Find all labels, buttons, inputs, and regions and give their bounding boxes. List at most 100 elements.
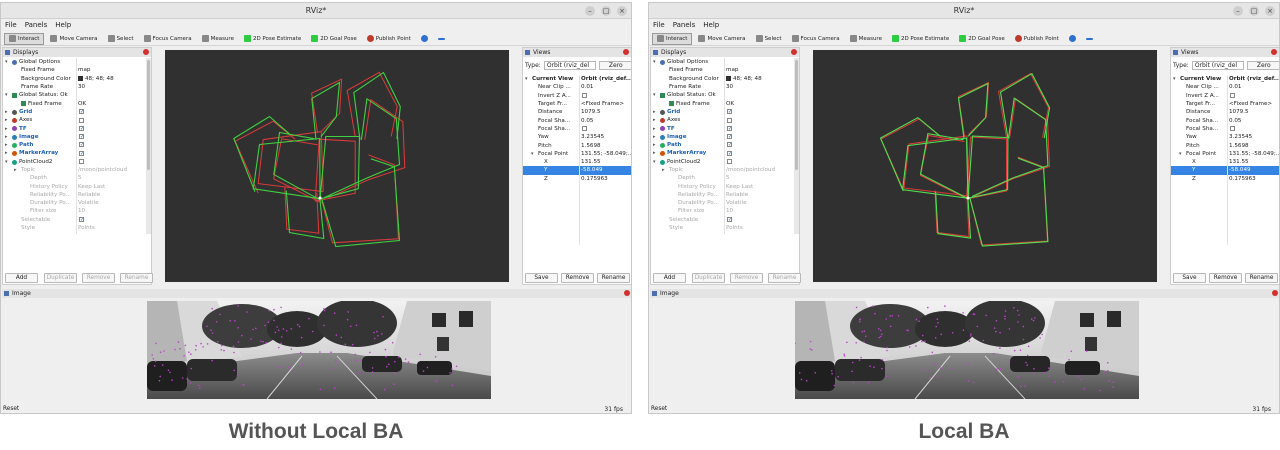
display-value-cell[interactable]: /mono/pointcloud	[726, 167, 775, 173]
display-value-cell[interactable]: Keep Last	[726, 184, 753, 190]
checkbox-checked[interactable]: ✓	[727, 142, 732, 148]
display-row-axes[interactable]: ▸ Axes	[651, 116, 799, 124]
chevron-down-icon[interactable]: ▾	[5, 159, 8, 165]
checkbox-checked[interactable]: ✓	[727, 150, 732, 156]
save-view-button[interactable]: Save	[525, 273, 558, 283]
checkbox-checked[interactable]: ✓	[79, 109, 84, 115]
color-swatch[interactable]	[726, 75, 731, 81]
chevron-down-icon[interactable]: ▾	[5, 59, 8, 65]
chevron-down-icon[interactable]: ▾	[531, 151, 534, 157]
views-tree[interactable]: ▾ Current View Orbit (rviz_def... Near Clip…	[523, 75, 631, 245]
view-value[interactable]: 0.05	[1229, 118, 1241, 124]
tool-focus-camera[interactable]: Focus Camera	[788, 33, 844, 45]
close-button[interactable]: ×	[1265, 6, 1275, 16]
chevron-right-icon[interactable]: ▸	[5, 126, 8, 132]
view-value[interactable]: 0.05	[581, 118, 593, 124]
display-value-cell[interactable]: Reliable	[78, 192, 100, 198]
view-row-focal-point[interactable]: ▾ Focal Point 131.55; -58.049;...	[1171, 150, 1279, 158]
chevron-right-icon[interactable]: ▸	[653, 109, 656, 115]
display-row-tf[interactable]: ▸ TF ✓	[651, 124, 799, 132]
view-row-current-view[interactable]: ▾ Current View Orbit (rviz_def...	[523, 75, 631, 83]
close-icon[interactable]	[791, 49, 797, 55]
remove-display-button[interactable]: Remove	[730, 273, 763, 283]
close-icon[interactable]	[624, 290, 630, 296]
view-row-focal-sha-[interactable]: Focal Sha...	[523, 125, 631, 133]
view-row-target-fr-[interactable]: Target Fr... <Fixed Frame>	[523, 100, 631, 108]
zero-button[interactable]: Zero	[1246, 61, 1279, 70]
display-row-global-options[interactable]: ▾ Global Options	[3, 58, 151, 66]
menu-file[interactable]: File	[653, 21, 665, 29]
remove-view-button[interactable]: Remove	[561, 273, 594, 283]
tool-interact[interactable]: Interact	[4, 32, 45, 45]
display-row-pointcloud2[interactable]: ▾ PointCloud2	[3, 158, 151, 166]
tool-select[interactable]: Select	[104, 33, 138, 45]
checkbox-checked[interactable]: ✓	[79, 217, 84, 223]
display-row-global-status-ok[interactable]: ▾ Global Status: Ok	[3, 91, 151, 99]
view-value[interactable]: -58.049	[1229, 167, 1251, 173]
render-viewport[interactable]	[813, 50, 1157, 282]
displays-tree[interactable]: ▾ Global Options Fixed Frame map Background …	[651, 58, 799, 234]
display-row-axes[interactable]: ▸ Axes	[3, 116, 151, 124]
view-value[interactable]: 131.55	[581, 159, 601, 165]
tool-minus-icon[interactable]	[1082, 33, 1097, 45]
display-value-cell[interactable]: OK	[78, 101, 86, 107]
display-value-cell[interactable]: Points	[78, 225, 95, 231]
tool-move-camera[interactable]: Move Camera	[694, 33, 749, 45]
tool-publish-point[interactable]: Publish Point	[363, 33, 415, 45]
chevron-right-icon[interactable]: ▸	[5, 142, 8, 148]
view-row-pitch[interactable]: Pitch 1.5698	[1171, 141, 1279, 149]
display-row-history-policy[interactable]: History Policy Keep Last	[651, 182, 799, 190]
window-titlebar[interactable]: RViz* – □ ×	[1, 3, 631, 19]
display-value-cell[interactable]: 30	[726, 84, 733, 90]
view-value[interactable]: 131.55; -58.049;...	[1229, 151, 1279, 157]
view-row-y[interactable]: Y -58.049	[1171, 166, 1279, 175]
checkbox-unchecked[interactable]	[79, 117, 84, 123]
display-value-cell[interactable]: 5	[78, 175, 82, 181]
checkbox-checked[interactable]: ✓	[79, 142, 84, 148]
view-row-distance[interactable]: Distance 1079.5	[1171, 108, 1279, 116]
checkbox-unchecked[interactable]	[727, 117, 732, 123]
display-value-cell[interactable]: Keep Last	[78, 184, 105, 190]
checkbox-checked[interactable]: ✓	[727, 125, 732, 131]
display-row-selectable[interactable]: Selectable ✓	[651, 216, 799, 224]
tool-2d-pose-estimate[interactable]: 2D Pose Estimate	[240, 33, 305, 45]
checkbox-unchecked[interactable]	[582, 126, 587, 132]
view-value[interactable]: 1079.5	[1229, 109, 1249, 115]
view-row-near-clip-[interactable]: Near Clip ... 0.01	[523, 83, 631, 91]
display-row-grid[interactable]: ▸ Grid ✓	[651, 108, 799, 116]
display-row-grid[interactable]: ▸ Grid ✓	[3, 108, 151, 116]
displays-scrollbar[interactable]	[794, 58, 799, 234]
checkbox-unchecked[interactable]	[1230, 93, 1235, 99]
view-row-x[interactable]: X 131.55	[1171, 158, 1279, 166]
checkbox-unchecked[interactable]	[1230, 126, 1235, 132]
view-value[interactable]: -58.049	[581, 167, 603, 173]
duplicate-display-button[interactable]: Duplicate	[44, 273, 77, 283]
view-value[interactable]: 0.175963	[1229, 176, 1256, 182]
chevron-down-icon[interactable]: ▾	[5, 92, 8, 98]
display-value-cell[interactable]: map	[78, 67, 90, 73]
display-value-cell[interactable]: OK	[726, 101, 734, 107]
view-row-focal-point[interactable]: ▾ Focal Point 131.55; -58.049;...	[523, 150, 631, 158]
display-row-path[interactable]: ▸ Path ✓	[3, 141, 151, 149]
view-row-pitch[interactable]: Pitch 1.5698	[523, 141, 631, 149]
display-row-reliability-po-[interactable]: Reliability Po... Reliable	[651, 191, 799, 199]
view-value[interactable]: 1079.5	[581, 109, 601, 115]
display-row-selectable[interactable]: Selectable ✓	[3, 216, 151, 224]
display-value-cell[interactable]: Volatile	[726, 200, 747, 206]
remove-display-button[interactable]: Remove	[82, 273, 115, 283]
display-row-fixed-frame[interactable]: Fixed Frame OK	[651, 99, 799, 107]
chevron-down-icon[interactable]: ▾	[1179, 151, 1182, 157]
display-row-global-options[interactable]: ▾ Global Options	[651, 58, 799, 66]
display-row-background-color[interactable]: Background Color 48; 48; 48	[3, 75, 151, 83]
save-view-button[interactable]: Save	[1173, 273, 1206, 283]
view-row-y[interactable]: Y -58.049	[523, 166, 631, 175]
display-value-cell[interactable]: 48; 48; 48	[726, 75, 762, 82]
reset-button[interactable]: Reset	[651, 405, 673, 413]
display-row-filter-size[interactable]: Filter size 10	[651, 207, 799, 215]
tool-2d-pose-estimate[interactable]: 2D Pose Estimate	[888, 33, 953, 45]
display-row-topic[interactable]: ▸ Topic/mono/pointcloud	[3, 166, 151, 174]
menu-help[interactable]: Help	[703, 21, 719, 29]
minimize-button[interactable]: –	[585, 6, 595, 16]
checkbox-checked[interactable]: ✓	[79, 150, 84, 156]
display-row-durability-po-[interactable]: Durability Po... Volatile	[651, 199, 799, 207]
